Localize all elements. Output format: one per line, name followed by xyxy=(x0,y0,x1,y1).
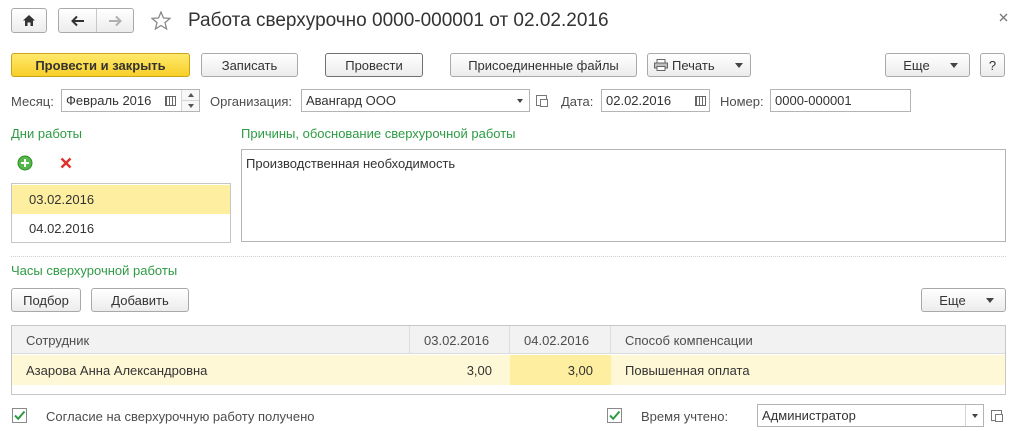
work-day-date: 04.02.2016 xyxy=(29,220,95,236)
arrow-right-icon xyxy=(109,15,122,26)
print-label: Печать xyxy=(672,57,715,73)
delete-day-button[interactable] xyxy=(52,151,80,175)
list-item[interactable]: 04.02.2016 xyxy=(12,214,230,242)
checkmark-icon xyxy=(609,410,621,421)
month-calendar-button[interactable] xyxy=(161,90,179,111)
attached-files-button[interactable]: Присоединенные файлы xyxy=(450,53,637,77)
column-header-compensation[interactable]: Способ компенсации xyxy=(611,326,1005,354)
open-form-icon xyxy=(990,410,1003,422)
organization-label: Организация: xyxy=(210,94,293,109)
table-row[interactable]: Азарова Анна Александровна 3,00 3,00 Пов… xyxy=(12,355,1005,385)
time-accounted-checkbox[interactable] xyxy=(607,408,622,423)
month-field[interactable]: Февраль 2016 xyxy=(61,89,200,112)
table-more-button[interactable]: Еще xyxy=(921,288,1006,312)
cell-compensation: Повышенная оплата xyxy=(625,362,750,378)
cell-day2-hours[interactable]: 3,00 xyxy=(510,355,611,385)
open-form-icon xyxy=(535,95,548,107)
nav-group xyxy=(58,8,134,33)
responsible-field[interactable]: Администратор xyxy=(757,404,984,427)
reasons-text: Производственная необходимость xyxy=(246,156,456,171)
table-header: Сотрудник 03.02.2016 04.02.2016 Способ к… xyxy=(12,326,1005,354)
add-day-button[interactable] xyxy=(11,151,39,175)
organization-field[interactable]: Авангард ООО xyxy=(301,89,530,112)
table-more-label: Еще xyxy=(939,292,966,308)
work-days-title: Дни работы xyxy=(11,126,83,141)
calendar-icon xyxy=(164,95,176,106)
star-icon xyxy=(151,11,171,30)
stepper-down-icon[interactable] xyxy=(182,101,199,111)
forward-button[interactable] xyxy=(97,9,133,32)
work-day-date: 03.02.2016 xyxy=(29,192,95,207)
more-button[interactable]: Еще xyxy=(885,53,970,77)
red-x-icon xyxy=(60,157,72,169)
add-button[interactable]: Добавить xyxy=(91,288,189,312)
chevron-down-icon xyxy=(517,98,523,103)
print-button[interactable]: Печать xyxy=(647,53,751,77)
work-days-list[interactable]: 03.02.2016 04.02.2016 xyxy=(11,183,231,243)
overtime-hours-title: Часы сверхурочной работы xyxy=(11,263,178,278)
save-button[interactable]: Записать xyxy=(201,53,298,77)
number-value: 0000-000001 xyxy=(775,93,852,108)
home-button[interactable] xyxy=(11,8,47,33)
consent-checkbox[interactable] xyxy=(12,408,27,423)
printer-icon xyxy=(654,59,668,71)
help-button[interactable]: ? xyxy=(980,53,1005,77)
chevron-down-icon xyxy=(985,297,994,303)
section-divider xyxy=(11,256,1006,257)
chevron-down-icon xyxy=(734,62,743,68)
arrow-left-icon xyxy=(70,15,84,26)
month-value: Февраль 2016 xyxy=(66,93,152,108)
month-stepper[interactable] xyxy=(181,90,199,111)
date-field[interactable]: 02.02.2016 xyxy=(601,89,710,112)
responsible-open-button[interactable] xyxy=(987,404,1005,427)
date-label: Дата: xyxy=(561,94,594,109)
column-header-day2[interactable]: 04.02.2016 xyxy=(510,326,611,354)
calendar-icon xyxy=(694,95,706,106)
column-header-employee[interactable]: Сотрудник xyxy=(12,326,410,354)
date-value: 02.02.2016 xyxy=(606,93,672,108)
reasons-textarea[interactable]: Производственная необходимость xyxy=(241,149,1006,242)
chevron-down-icon xyxy=(971,413,978,418)
post-and-close-button[interactable]: Провести и закрыть xyxy=(11,53,190,77)
plus-circle-icon xyxy=(17,155,33,171)
chevron-down-icon xyxy=(949,62,958,68)
organization-dropdown-button[interactable] xyxy=(511,90,529,111)
close-icon xyxy=(999,13,1007,21)
consent-label[interactable]: Согласие на сверхурочную работу получено xyxy=(46,409,314,424)
select-button[interactable]: Подбор xyxy=(11,288,81,312)
window-title: Работа сверхурочно 0000-000001 от 02.02.… xyxy=(188,10,609,31)
cell-employee: Азарова Анна Александровна xyxy=(26,362,208,378)
stepper-up-icon[interactable] xyxy=(182,90,199,101)
cell-day1-hours[interactable]: 3,00 xyxy=(410,355,510,385)
checkmark-icon xyxy=(14,410,26,421)
column-header-day1[interactable]: 03.02.2016 xyxy=(410,326,510,354)
favorite-button[interactable] xyxy=(148,8,174,33)
time-accounted-label: Время учтено: xyxy=(641,409,729,424)
reasons-title: Причины, обоснование сверхурочной работы xyxy=(241,126,516,141)
post-button[interactable]: Провести xyxy=(325,53,423,77)
organization-open-button[interactable] xyxy=(532,89,550,112)
home-icon xyxy=(23,15,35,26)
organization-value: Авангард ООО xyxy=(306,93,396,108)
overtime-table: Сотрудник 03.02.2016 04.02.2016 Способ к… xyxy=(11,325,1006,395)
responsible-value: Администратор xyxy=(762,408,856,423)
date-calendar-button[interactable] xyxy=(691,90,709,111)
list-item[interactable]: 03.02.2016 xyxy=(12,185,230,214)
number-label: Номер: xyxy=(720,94,764,109)
responsible-dropdown-button[interactable] xyxy=(965,405,983,426)
back-button[interactable] xyxy=(59,9,97,32)
more-label: Еще xyxy=(903,57,930,73)
close-button[interactable] xyxy=(994,8,1012,26)
number-field[interactable]: 0000-000001 xyxy=(770,89,911,112)
month-label: Месяц: xyxy=(11,94,54,109)
